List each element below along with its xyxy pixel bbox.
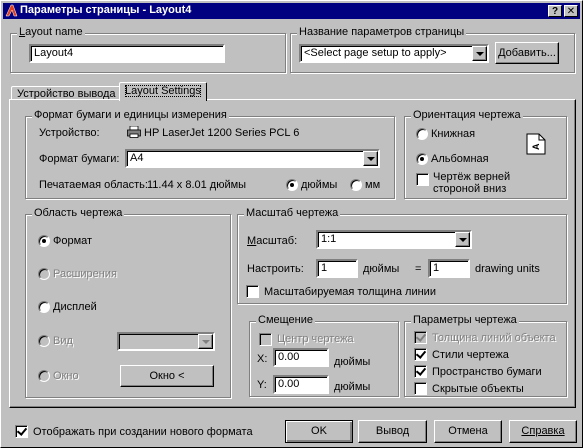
autocad-app-icon xyxy=(5,4,18,17)
page-setup-combo-value: <Select page setup to apply> xyxy=(304,47,447,59)
plot-display-label[interactable]: Дисплей xyxy=(53,301,97,313)
x-offset-input[interactable]: 0.00 xyxy=(273,348,329,367)
custom-inches-input[interactable]: 1 xyxy=(316,259,358,278)
device-label: Устройство: xyxy=(39,127,100,139)
chevron-down-icon[interactable] xyxy=(455,232,470,247)
hide-objects-label[interactable]: Скрытые объекты xyxy=(432,383,524,395)
printable-area-label: Печатаемая область: xyxy=(39,179,148,191)
device-value: HP LaserJet 1200 Series PCL 6 xyxy=(144,127,300,139)
landscape-radio[interactable] xyxy=(416,153,428,165)
custom-units-input[interactable]: 1 xyxy=(428,259,470,278)
plot-extents-label[interactable]: Расширения xyxy=(53,268,117,280)
custom-inches-unit: дюймы xyxy=(363,263,400,275)
window-title: Параметры страницы - Layout4 xyxy=(20,4,192,16)
inches-label[interactable]: дюймы xyxy=(301,179,337,191)
scale-label: Масштаб: xyxy=(247,235,298,247)
y-offset-label: Y: xyxy=(257,379,267,391)
help-title-button[interactable]: ? xyxy=(548,5,562,17)
ok-button[interactable]: OK xyxy=(285,420,353,443)
plot-window-radio[interactable] xyxy=(38,370,50,382)
plot-extents-radio[interactable] xyxy=(38,268,50,280)
y-offset-unit: дюймы xyxy=(334,381,371,393)
lineweights-label[interactable]: Толщина линий объекта xyxy=(432,332,556,344)
plot-display-radio[interactable] xyxy=(38,301,50,313)
page-setup-name-label: Название параметров страницы xyxy=(297,26,467,38)
plot-view-radio[interactable] xyxy=(38,335,50,347)
page-setup-dialog: Параметры страницы - Layout4 ? ✕ Layout … xyxy=(0,0,583,448)
plot-view-label[interactable]: Вид xyxy=(53,335,73,347)
plot-window-label[interactable]: Окно xyxy=(53,370,79,382)
upside-down-checkbox[interactable] xyxy=(416,173,429,186)
page-setup-combo[interactable]: <Select page setup to apply> xyxy=(299,44,489,63)
plot-button[interactable]: Вывод xyxy=(358,420,427,443)
center-plot-label[interactable]: Центр чертежа xyxy=(277,333,354,345)
mm-label[interactable]: мм xyxy=(365,179,380,191)
center-plot-checkbox[interactable] xyxy=(259,333,272,346)
plot-styles-label[interactable]: Стили чертежа xyxy=(432,349,509,361)
tab-layout-settings[interactable]: Layout Settings xyxy=(119,82,207,101)
plot-scale-title: Масштаб чертежа xyxy=(244,207,341,219)
chevron-down-icon[interactable] xyxy=(198,334,213,349)
scale-value: 1:1 xyxy=(321,233,337,245)
plot-layout-radio[interactable] xyxy=(38,235,50,247)
view-combo[interactable] xyxy=(117,332,215,351)
hide-objects-checkbox[interactable] xyxy=(414,382,427,395)
equals-sign: = xyxy=(415,263,422,275)
inches-radio[interactable] xyxy=(286,179,298,191)
landscape-page-icon: A xyxy=(526,133,546,155)
mm-radio[interactable] xyxy=(350,179,362,191)
show-on-create-checkbox[interactable] xyxy=(15,425,28,438)
chevron-down-icon[interactable] xyxy=(472,46,487,61)
paper-size-combo[interactable]: A4 xyxy=(125,149,380,168)
help-button[interactable]: Справка xyxy=(509,420,577,443)
x-offset-unit: дюймы xyxy=(334,356,371,368)
custom-units-unit: drawing units xyxy=(475,263,540,275)
window-pick-button[interactable]: Окно < xyxy=(120,365,214,387)
plot-layout-label[interactable]: Формат xyxy=(53,235,92,247)
close-title-button[interactable]: ✕ xyxy=(564,5,578,17)
portrait-radio[interactable] xyxy=(416,128,428,140)
orientation-title: Ориентация чертежа xyxy=(411,109,523,121)
plot-offset-title: Смещение xyxy=(256,314,316,326)
printable-area-value: 11.44 x 8.01 дюймы xyxy=(147,179,247,191)
x-offset-label: X: xyxy=(257,353,268,365)
cancel-button[interactable]: Отмена xyxy=(434,420,502,443)
scale-lineweights-checkbox[interactable] xyxy=(246,285,259,298)
tab-plot-device[interactable]: Устройство вывода xyxy=(11,86,122,100)
portrait-label[interactable]: Книжная xyxy=(431,128,475,140)
landscape-label[interactable]: Альбомная xyxy=(431,153,489,165)
lineweights-checkbox[interactable] xyxy=(414,331,427,344)
plot-styles-checkbox[interactable] xyxy=(414,348,427,361)
title-bar[interactable]: Параметры страницы - Layout4 ? ✕ xyxy=(3,3,580,19)
plot-options-title: Параметры чертежа xyxy=(411,314,519,326)
layout-name-label: Layout name xyxy=(17,26,85,38)
paperspace-last-checkbox[interactable] xyxy=(414,365,427,378)
printer-icon xyxy=(127,126,141,138)
upside-down-label[interactable]: Чертёж верней стороной вниз xyxy=(433,171,543,195)
layout-name-input[interactable]: Layout4 xyxy=(29,44,225,63)
scale-lineweights-label[interactable]: Масштабируемая толщина линии xyxy=(264,286,436,298)
y-offset-input[interactable]: 0.00 xyxy=(273,375,329,394)
paperspace-last-label[interactable]: Пространство бумаги xyxy=(432,366,542,378)
svg-text:A: A xyxy=(531,143,541,150)
chevron-down-icon[interactable] xyxy=(363,151,378,166)
custom-scale-label: Настроить: xyxy=(247,263,304,275)
show-on-create-label[interactable]: Отображать при создании нового формата xyxy=(33,426,253,438)
add-page-setup-button[interactable]: Добавить... xyxy=(495,42,559,64)
paper-size-label: Формат бумаги: xyxy=(39,153,120,165)
plot-area-title: Область чертежа xyxy=(32,207,125,219)
paper-size-title: Формат бумаги и единицы измерения xyxy=(32,109,229,121)
scale-combo[interactable]: 1:1 xyxy=(316,230,472,249)
paper-size-value: A4 xyxy=(130,152,144,164)
